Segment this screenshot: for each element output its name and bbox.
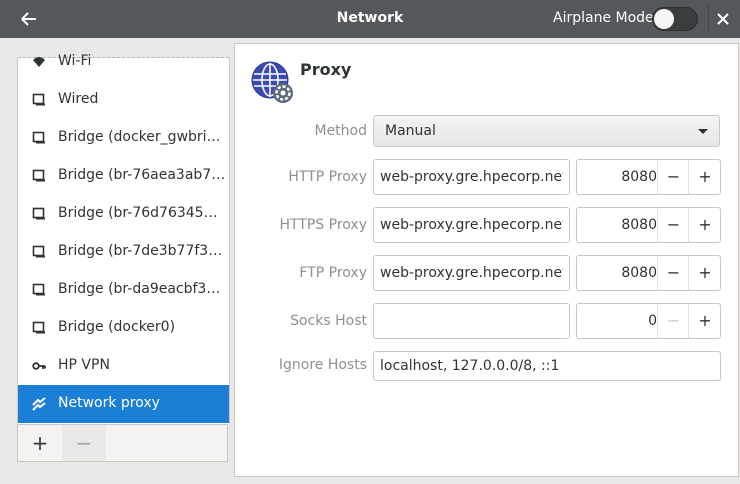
remove-connection-button[interactable]: − xyxy=(62,425,106,461)
http-proxy-port-value[interactable]: 8080 xyxy=(577,169,657,185)
sidebar-item-label: Bridge (docker_gwbridge) xyxy=(58,129,226,145)
network-device-icon xyxy=(32,93,45,106)
header-bar: Network Airplane Mode xyxy=(0,0,740,38)
network-device-icon xyxy=(32,283,45,296)
wifi-icon xyxy=(33,57,45,67)
network-device-icon xyxy=(32,245,45,258)
http-proxy-host-input[interactable] xyxy=(373,159,570,195)
globe-gear-icon xyxy=(251,61,293,103)
sidebar-item-hp-vpn[interactable]: HP VPN xyxy=(18,347,229,385)
https-port-increment-button[interactable]: + xyxy=(688,208,721,242)
sidebar-item-bridge-docker-gwbridge[interactable]: Bridge (docker_gwbridge) xyxy=(18,119,229,157)
method-label: Method xyxy=(314,123,367,139)
header-separator xyxy=(708,4,709,34)
network-device-icon xyxy=(32,131,45,144)
ftp-proxy-host-input[interactable] xyxy=(373,255,570,291)
socks-port-increment-button[interactable]: + xyxy=(688,304,721,338)
method-dropdown[interactable]: Manual xyxy=(373,115,720,147)
http-port-decrement-button[interactable]: − xyxy=(657,160,689,194)
socks-host-input[interactable] xyxy=(373,303,570,339)
sidebar-item-bridge-br-7de3b77f3443[interactable]: Bridge (br-7de3b77f3443) xyxy=(18,233,229,271)
https-port-decrement-button[interactable]: − xyxy=(657,208,689,242)
http-proxy-label: HTTP Proxy xyxy=(288,169,367,185)
sidebar-item-label: Bridge (br-76aea3ab7c37) xyxy=(58,167,226,183)
close-icon[interactable] xyxy=(714,10,732,28)
ftp-proxy-label: FTP Proxy xyxy=(299,265,367,281)
ftp-proxy-port-spin[interactable]: 8080 − + xyxy=(576,255,721,291)
airplane-mode-switch[interactable] xyxy=(652,7,698,31)
sidebar-item-label: Bridge (br-da9eacbf3a3f) xyxy=(58,281,226,297)
socks-port-spin[interactable]: 0 − + xyxy=(576,303,721,339)
network-device-icon xyxy=(32,169,45,182)
sidebar-item-label: Network proxy xyxy=(58,395,160,411)
ftp-proxy-port-value[interactable]: 8080 xyxy=(577,265,657,281)
dropdown-arrow-icon xyxy=(698,129,708,134)
sidebar-item-label: Wired xyxy=(58,91,99,107)
socks-host-label: Socks Host xyxy=(290,313,367,329)
socks-port-decrement-button[interactable]: − xyxy=(657,304,689,338)
https-proxy-host-input[interactable] xyxy=(373,207,570,243)
switch-knob xyxy=(654,9,674,29)
socks-port-value[interactable]: 0 xyxy=(577,313,657,329)
http-proxy-port-spin[interactable]: 8080 − + xyxy=(576,159,721,195)
ftp-port-decrement-button[interactable]: − xyxy=(657,256,689,290)
http-port-increment-button[interactable]: + xyxy=(688,160,721,194)
sidebar-item-bridge-br-da9eacbf3a3f[interactable]: Bridge (br-da9eacbf3a3f) xyxy=(18,271,229,309)
network-device-icon xyxy=(32,207,45,220)
sidebar-item-bridge-br-76d76345b37[interactable]: Bridge (br-76d76345b37… xyxy=(18,195,229,233)
sidebar-toolbar: + − xyxy=(17,424,228,462)
sidebar-item-bridge-br-76aea3ab7c37[interactable]: Bridge (br-76aea3ab7c37) xyxy=(18,157,229,195)
proxy-icon xyxy=(32,397,46,411)
airplane-mode-label: Airplane Mode xyxy=(553,10,654,26)
sidebar-item-wired[interactable]: Wired xyxy=(18,81,229,119)
sidebar-item-label: Bridge (docker0) xyxy=(58,319,176,335)
sidebar-item-wifi[interactable]: Wi-Fi xyxy=(18,43,229,81)
ignore-hosts-input[interactable] xyxy=(373,351,721,381)
network-device-icon xyxy=(32,321,45,334)
ftp-port-increment-button[interactable]: + xyxy=(688,256,721,290)
sidebar-item-label: Bridge (br-7de3b77f3443) xyxy=(58,243,226,259)
sidebar-item-label: Wi-Fi xyxy=(58,53,92,69)
https-proxy-port-value[interactable]: 8080 xyxy=(577,217,657,233)
ignore-hosts-label: Ignore Hosts xyxy=(278,357,367,373)
method-value: Manual xyxy=(385,123,436,139)
network-sidebar: Wi-Fi Wired Bridge (docker_gwbridge) Bri… xyxy=(17,53,230,424)
vpn-key-icon xyxy=(32,362,46,370)
sidebar-item-label: Bridge (br-76d76345b37… xyxy=(58,205,226,221)
add-connection-button[interactable]: + xyxy=(18,425,62,461)
https-proxy-label: HTTPS Proxy xyxy=(279,217,367,233)
sidebar-item-bridge-docker0[interactable]: Bridge (docker0) xyxy=(18,309,229,347)
sidebar-item-network-proxy[interactable]: Network proxy xyxy=(18,385,229,423)
panel-title: Proxy xyxy=(300,60,352,79)
https-proxy-port-spin[interactable]: 8080 − + xyxy=(576,207,721,243)
sidebar-item-label: HP VPN xyxy=(58,357,110,373)
